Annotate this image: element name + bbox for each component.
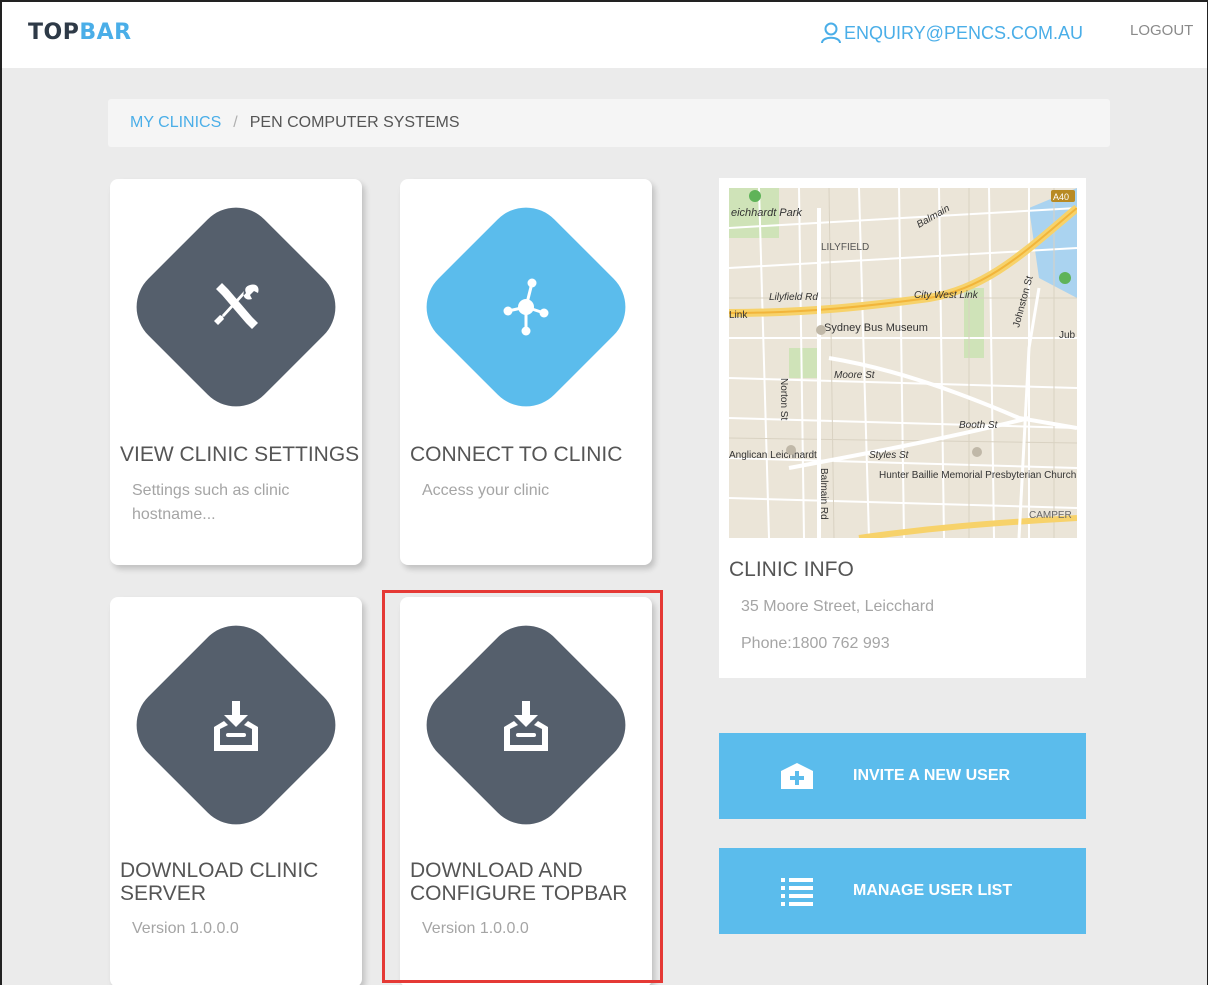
svg-text:LILYFIELD: LILYFIELD	[821, 242, 869, 253]
clinic-address: 35 Moore Street, Leicchard	[741, 598, 934, 615]
svg-text:Sydney Bus Museum: Sydney Bus Museum	[824, 322, 928, 334]
view-clinic-settings-card[interactable]: VIEW CLINIC SETTINGS Settings such as cl…	[110, 179, 362, 565]
connect-to-clinic-card[interactable]: CONNECT TO CLINIC Access your clinic	[400, 179, 652, 565]
invite-new-user-button[interactable]: INVITE A NEW USER	[719, 733, 1086, 819]
app-logo[interactable]: TOPBAR	[28, 20, 132, 45]
card-tile	[410, 191, 642, 423]
svg-text:City West Link: City West Link	[914, 290, 979, 301]
card-description: Access your clinic	[422, 482, 550, 499]
svg-text:eichhardt Park: eichhardt Park	[731, 207, 802, 219]
card-description: Version 1.0.0.0	[132, 920, 239, 937]
invite-new-user-label: INVITE A NEW USER	[853, 767, 1011, 784]
network-icon	[503, 278, 549, 336]
download-clinic-server-card[interactable]: DOWNLOAD CLINIC SERVER Version 1.0.0.0	[110, 597, 362, 985]
breadcrumb-separator: /	[233, 114, 238, 131]
svg-text:Styles St: Styles St	[869, 450, 910, 461]
clinic-info-card: eichhardt Park LILYFIELD Lilyfield Rd Ci…	[719, 178, 1086, 678]
svg-text:Balmain Rd: Balmain Rd	[818, 468, 829, 520]
svg-text:Booth St: Booth St	[959, 420, 999, 431]
logo-part-bar: BAR	[79, 20, 132, 45]
breadcrumb: MY CLINICS / PEN COMPUTER SYSTEMS	[108, 99, 1110, 147]
card-title: VIEW CLINIC SETTINGS	[120, 443, 360, 466]
svg-text:CAMPER: CAMPER	[1029, 510, 1072, 521]
list-icon	[781, 878, 813, 906]
card-description: Settings such as clinic hostname...	[132, 482, 290, 523]
map-graphic: eichhardt Park LILYFIELD Lilyfield Rd Ci…	[729, 188, 1077, 538]
logout-link[interactable]: LOGOUT	[1130, 22, 1193, 39]
svg-text:Norton St: Norton St	[778, 378, 789, 420]
svg-text:Jub: Jub	[1059, 330, 1076, 341]
svg-text:A40: A40	[1053, 192, 1069, 202]
user-icon	[821, 22, 841, 44]
breadcrumb-my-clinics[interactable]: MY CLINICS	[130, 114, 221, 132]
tools-icon	[214, 283, 259, 329]
user-account-link[interactable]: ENQUIRY@PENCS.COM.AU	[820, 22, 1083, 44]
card-tile	[120, 609, 352, 841]
logo-part-top: TOP	[28, 20, 80, 45]
download-icon	[214, 701, 258, 751]
card-tile	[120, 191, 352, 423]
manage-user-list-label: MANAGE USER LIST	[853, 882, 1013, 899]
top-navigation-bar: TOPBAR ENQUIRY@PENCS.COM.AU LOGOUT	[0, 0, 1208, 68]
svg-text:Anglican Leichhardt: Anglican Leichhardt	[729, 450, 817, 461]
svg-text:Moore St: Moore St	[834, 370, 876, 381]
svg-text:Link: Link	[729, 310, 748, 321]
add-user-icon	[781, 763, 813, 789]
clinic-map[interactable]: eichhardt Park LILYFIELD Lilyfield Rd Ci…	[729, 188, 1077, 538]
highlight-box	[382, 590, 663, 983]
main-content: MY CLINICS / PEN COMPUTER SYSTEMS VIEW C…	[2, 68, 1207, 985]
card-title: DOWNLOAD CLINIC SERVER	[120, 859, 319, 905]
clinic-info-title: CLINIC INFO	[729, 558, 854, 581]
clinic-phone: Phone:1800 762 993	[741, 635, 890, 652]
svg-text:Hunter Baillie Memorial Presby: Hunter Baillie Memorial Presbyterian Chu…	[879, 470, 1077, 481]
breadcrumb-current: PEN COMPUTER SYSTEMS	[249, 114, 460, 131]
manage-user-list-button[interactable]: MANAGE USER LIST	[719, 848, 1086, 934]
user-email: ENQUIRY@PENCS.COM.AU	[844, 22, 1083, 43]
svg-text:Lilyfield Rd: Lilyfield Rd	[769, 292, 818, 303]
card-title: CONNECT TO CLINIC	[410, 443, 623, 466]
